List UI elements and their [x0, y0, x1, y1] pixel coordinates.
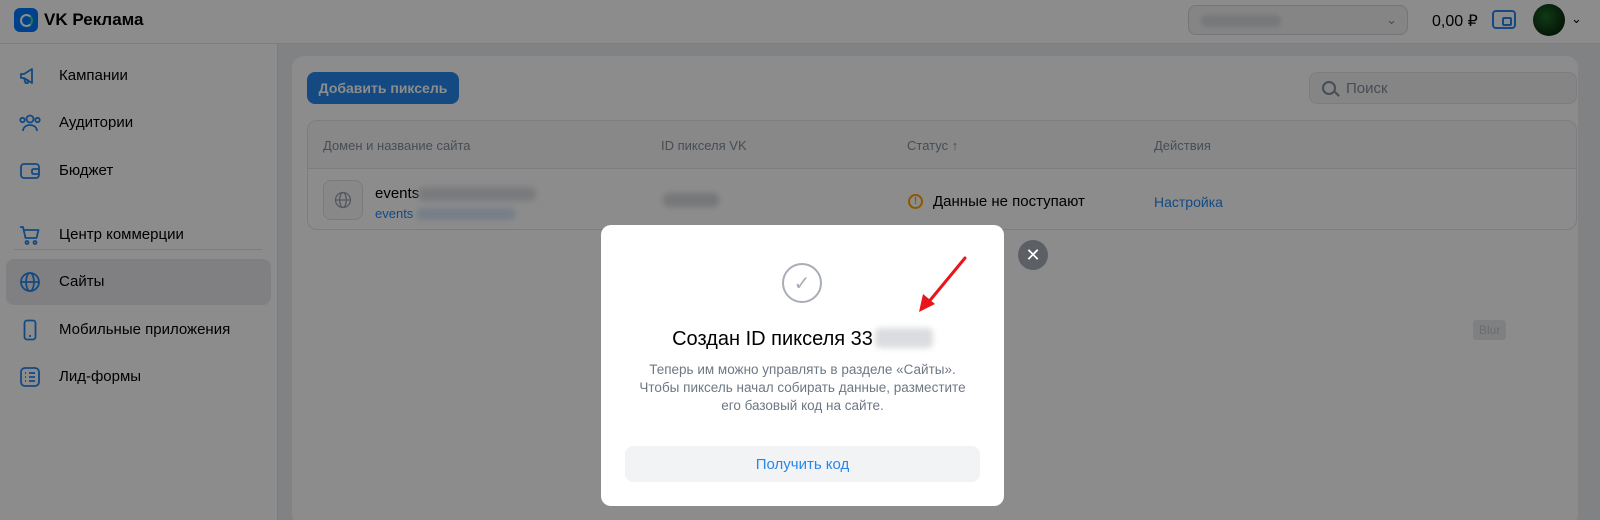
modal-description: Теперь им можно управлять в разделе «Сай… — [639, 362, 966, 413]
modal-title: Создан ID пикселя 33 — [601, 328, 1004, 351]
modal-title-text: Создан ID пикселя 33 — [672, 328, 873, 350]
annotation-arrow-icon — [919, 256, 967, 312]
pixel-id-blurred — [874, 328, 933, 348]
check-circle-icon: ✓ — [782, 263, 822, 303]
close-icon[interactable]: ✕ — [1018, 240, 1048, 270]
get-code-button[interactable]: Получить код — [625, 446, 980, 482]
